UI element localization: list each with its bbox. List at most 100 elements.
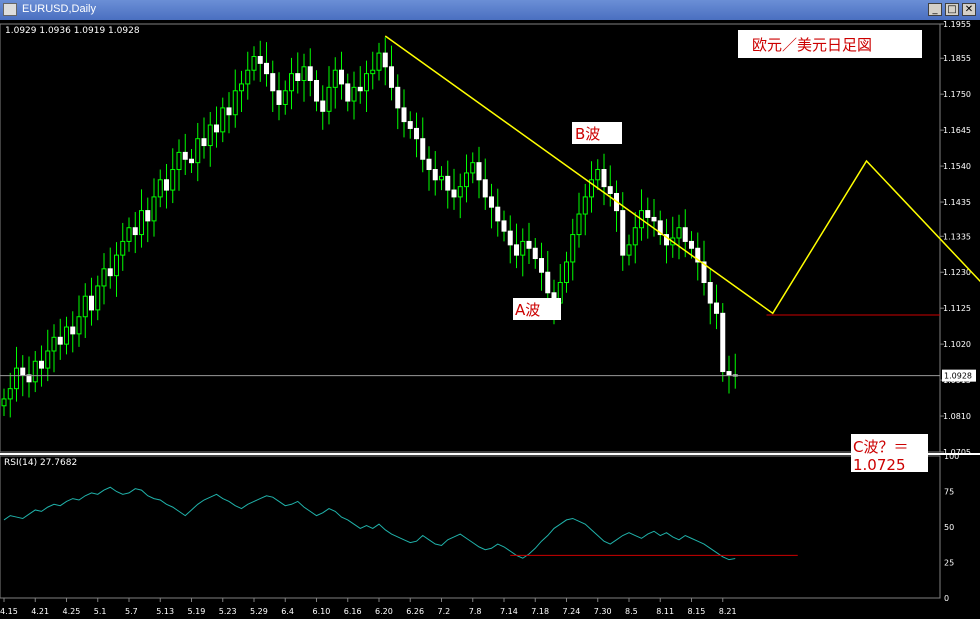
bull-candle <box>301 66 307 81</box>
bull-candle <box>470 162 476 174</box>
bear-candle <box>264 62 269 75</box>
price-tick-label: 1.1020 <box>943 340 971 349</box>
rsi-tick-label: 0 <box>944 594 949 603</box>
bull-candle <box>151 196 157 222</box>
bull-candle <box>32 360 38 383</box>
chart-window-icon <box>3 3 17 16</box>
bear-candle <box>145 210 151 222</box>
bear-candle <box>201 138 207 147</box>
close-button[interactable]: ✕ <box>962 3 976 16</box>
bear-candle <box>257 56 263 64</box>
bear-candle <box>507 230 513 246</box>
bear-candle <box>651 216 657 222</box>
bull-candle <box>82 295 88 318</box>
bull-candle <box>232 90 238 116</box>
bear-candle <box>414 127 419 140</box>
date-tick-label: 5.23 <box>219 607 237 616</box>
bear-candle <box>89 295 94 311</box>
bull-candle <box>676 227 682 239</box>
bear-candle <box>20 367 26 376</box>
bear-candle <box>295 73 301 81</box>
bear-candle <box>132 227 138 236</box>
date-tick-label: 6.10 <box>313 607 331 616</box>
bear-candle <box>70 326 76 335</box>
price-tick-label: 1.1230 <box>943 268 971 277</box>
window-title: EURUSD,Daily <box>22 3 96 15</box>
bear-candle <box>395 86 401 109</box>
bull-candle <box>364 73 369 92</box>
date-tick-label: 7.14 <box>500 607 518 616</box>
date-tick-label: 4.25 <box>63 607 81 616</box>
bull-candle <box>95 285 101 311</box>
bear-candle <box>445 175 451 191</box>
bear-candle <box>601 169 607 188</box>
annotation-title: 欧元／美元日足図 <box>752 36 872 54</box>
bull-candle <box>626 244 632 256</box>
bear-candle <box>420 138 426 160</box>
bear-candle <box>389 66 394 88</box>
bull-candle <box>51 336 57 352</box>
bull-candle <box>195 138 201 164</box>
bull-candle <box>332 69 338 88</box>
bull-candle <box>289 73 294 92</box>
date-tick-label: 8.21 <box>719 607 737 616</box>
candlestick-series <box>1 37 738 418</box>
bull-candle <box>101 268 107 287</box>
bear-candle <box>320 100 326 112</box>
b-wave-label: B波 <box>575 125 600 143</box>
bear-candle <box>357 86 363 92</box>
bear-candle <box>607 186 613 194</box>
bear-candle <box>214 124 219 133</box>
price-tick-label: 1.1750 <box>943 90 971 99</box>
bull-candle <box>76 316 82 335</box>
abc-wave-line <box>384 35 980 315</box>
bear-candle <box>182 151 188 160</box>
bear-candle <box>307 66 313 81</box>
bull-candle <box>245 69 251 85</box>
rsi-line <box>3 486 736 561</box>
bear-candle <box>39 360 44 369</box>
bear-candle <box>532 247 538 260</box>
price-tick-label: 1.1855 <box>943 54 971 63</box>
c-wave-label: C波？＝ <box>853 438 908 456</box>
bull-candle <box>370 69 376 75</box>
bear-candle <box>545 271 551 294</box>
date-tick-label: 7.30 <box>594 607 612 616</box>
bear-candle <box>495 206 501 222</box>
bull-candle <box>64 326 69 345</box>
date-tick-label: 8.15 <box>688 607 706 616</box>
bull-candle <box>7 388 13 400</box>
rsi-tick-label: 25 <box>944 559 954 568</box>
bear-candle <box>432 169 438 181</box>
bull-candle <box>439 175 444 181</box>
maximize-button[interactable]: □ <box>945 3 959 16</box>
date-tick-label: 6.20 <box>375 607 393 616</box>
rsi-tick-label: 100 <box>944 452 959 461</box>
bull-candle <box>45 350 51 369</box>
date-tick-label: 5.19 <box>188 607 206 616</box>
rsi-panel-border <box>0 455 941 599</box>
bear-candle <box>107 268 113 277</box>
wave-annotations: 1.0928 欧元／美元日足図 B波 A波 C波？＝1.0725 <box>0 30 980 474</box>
minimize-button[interactable]: _ <box>928 3 942 16</box>
date-tick-label: 5.13 <box>156 607 174 616</box>
price-tick-label: 1.1540 <box>943 162 971 171</box>
date-tick-label: 6.16 <box>344 607 362 616</box>
bull-candle <box>176 151 182 171</box>
bear-candle <box>682 227 688 242</box>
bull-candle <box>220 107 226 133</box>
price-tick-label: 1.1435 <box>943 198 971 207</box>
c-wave-target: 1.0725 <box>853 456 906 474</box>
bull-candle <box>464 172 469 188</box>
bear-candle <box>189 158 194 164</box>
bull-candle <box>282 90 288 105</box>
bull-candle <box>14 367 19 390</box>
bear-candle <box>539 258 544 273</box>
bear-candle <box>451 189 457 198</box>
date-tick-label: 5.1 <box>94 607 107 616</box>
bear-candle <box>314 79 319 102</box>
date-tick-label: 7.8 <box>469 607 482 616</box>
price-tick-label: 1.1125 <box>943 304 971 313</box>
bear-candle <box>401 107 407 123</box>
rsi-tick-label: 50 <box>944 523 954 532</box>
